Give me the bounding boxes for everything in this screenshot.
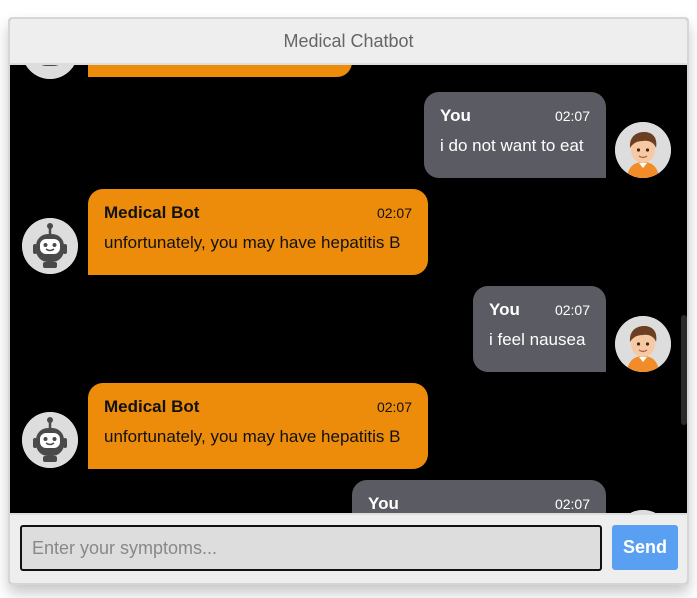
message-text: unfortunately, you may have hepatitis B — [104, 233, 401, 252]
message-bubble-user: You 02:07 — [352, 480, 606, 517]
message-text: i do not want to eat — [440, 136, 584, 155]
input-area: Send — [10, 513, 687, 583]
send-button[interactable]: Send — [612, 525, 678, 570]
robot-avatar-icon — [22, 412, 78, 468]
message-time: 02:07 — [554, 496, 590, 512]
message-sender: You — [489, 300, 520, 319]
robot-avatar-icon — [22, 65, 78, 79]
robot-avatar-icon — [22, 218, 78, 274]
message-time: 02:07 — [554, 108, 590, 124]
message-bubble-user: You 02:07 i do not want to eat — [424, 92, 606, 178]
message-bubble-bot: Medical Bot 02:07 unfortunately, you may… — [88, 189, 428, 275]
symptom-input[interactable] — [20, 525, 602, 571]
message-bubble-bot — [88, 65, 352, 77]
message-time: 02:07 — [554, 302, 590, 318]
scrollbar[interactable] — [681, 65, 687, 517]
scrollbar-thumb[interactable] — [681, 315, 687, 425]
message-text: unfortunately, you may have hepatitis B — [104, 427, 401, 446]
message-text: i feel nausea — [489, 330, 586, 349]
message-sender: Medical Bot — [104, 397, 200, 416]
user-avatar-icon — [615, 316, 671, 372]
chat-window: Medical Chatbot You 02:07 i do not want … — [8, 17, 689, 585]
message-time: 02:07 — [376, 399, 412, 415]
message-list[interactable]: You 02:07 i do not want to eat Medical B… — [10, 65, 687, 517]
message-time: 02:07 — [376, 205, 412, 221]
message-bubble-user: You 02:07 i feel nausea — [473, 286, 606, 372]
chat-title: Medical Chatbot — [283, 30, 414, 51]
message-bubble-bot: Medical Bot 02:07 unfortunately, you may… — [88, 383, 428, 469]
message-sender: You — [440, 106, 471, 125]
user-avatar-icon — [615, 122, 671, 178]
message-sender: Medical Bot — [104, 203, 200, 222]
message-sender: You — [368, 494, 399, 513]
chat-header: Medical Chatbot — [10, 19, 687, 65]
